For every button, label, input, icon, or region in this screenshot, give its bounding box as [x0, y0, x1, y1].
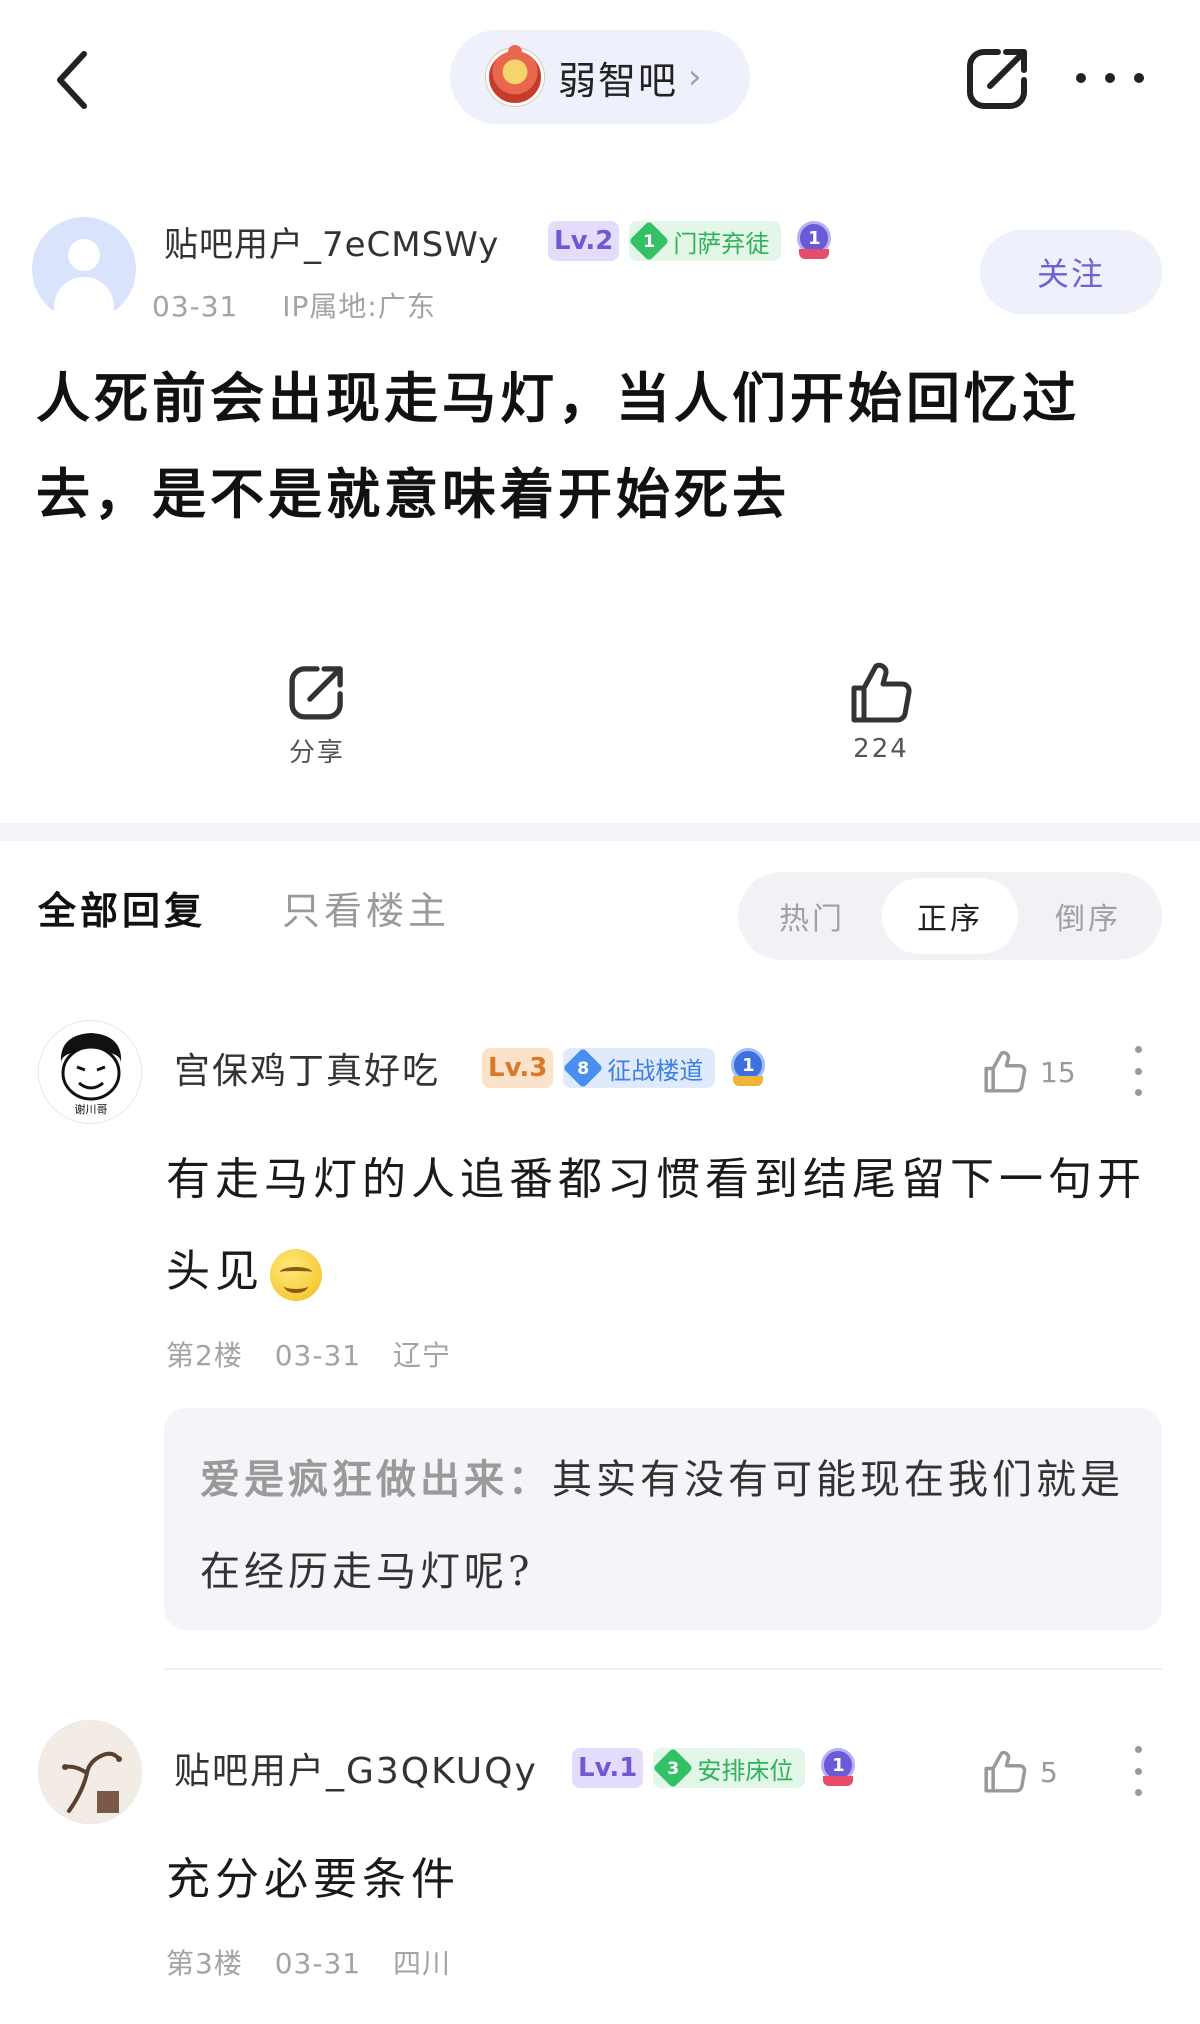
- follow-button[interactable]: 关注: [980, 230, 1162, 314]
- more-dot-icon: [1134, 1067, 1142, 1075]
- reply-author-badges: Lv.1 3 安排床位 1: [572, 1746, 857, 1790]
- more-dot-icon: [1105, 73, 1115, 83]
- title-badge-number: 8: [577, 1057, 590, 1079]
- back-button[interactable]: [40, 40, 104, 120]
- reply-floor: 第3楼: [166, 1947, 243, 1980]
- post-ip-location: IP属地:广东: [282, 290, 436, 323]
- reply-meta: 第2楼 03-31 辽宁: [166, 1334, 473, 1374]
- more-dot-icon: [1134, 1767, 1142, 1775]
- chevron-right-icon: ›: [688, 57, 702, 97]
- reply-author-badges: Lv.3 8 征战楼道 1: [482, 1046, 767, 1090]
- post-actions: 分享 224: [0, 650, 1200, 800]
- more-dot-icon: [1134, 1089, 1142, 1096]
- title-badge-number: 1: [643, 230, 656, 252]
- reply-text: 充分必要条件: [166, 1854, 460, 1905]
- back-arrow-icon: [57, 51, 87, 109]
- post-share-button[interactable]: 分享: [217, 650, 417, 780]
- post-date: 03-31: [152, 290, 239, 323]
- tab-all-replies[interactable]: 全部回复: [38, 880, 206, 935]
- sort-ascending[interactable]: 正序: [882, 878, 1018, 954]
- reply-date: 03-31: [274, 1947, 362, 1980]
- forum-header-button[interactable]: 弱智吧 ›: [450, 30, 750, 124]
- sort-hot[interactable]: 热门: [744, 878, 880, 954]
- tab-op-only[interactable]: 只看楼主: [282, 880, 450, 935]
- author-name[interactable]: 贴吧用户_7eCMSWy: [164, 217, 499, 266]
- smug-face-emoji-icon: [270, 1248, 322, 1301]
- branch-avatar: [39, 1721, 141, 1823]
- like-count: 224: [853, 734, 909, 764]
- reply-date: 03-31: [274, 1339, 362, 1372]
- section-divider: [0, 823, 1200, 841]
- reply-more-button[interactable]: [1120, 1740, 1156, 1802]
- sub-reply-quote[interactable]: 爱是疯狂做出来：其实有没有可能现在我们就是在经历走马灯呢?: [164, 1408, 1162, 1630]
- sort-toggle: 热门 正序 倒序: [738, 872, 1162, 960]
- title-badge[interactable]: 1 门萨弃徒: [629, 220, 782, 262]
- reply-avatar[interactable]: 谢川哥: [38, 1020, 142, 1124]
- more-dot-icon: [1134, 1746, 1142, 1753]
- level-badge: Lv.3: [482, 1048, 554, 1088]
- meme-face-avatar: 谢川哥: [39, 1021, 141, 1123]
- title-badge-number: 3: [667, 1757, 680, 1779]
- thumbs-up-icon: [984, 1050, 1027, 1093]
- reply-like-button[interactable]: 5: [982, 1744, 1102, 1800]
- more-dot-icon: [1134, 73, 1144, 83]
- reply-author-name[interactable]: 贴吧用户_G3QKUQy: [174, 1742, 538, 1794]
- thumbs-up-icon: [851, 662, 912, 723]
- top-bar: 弱智吧 ›: [0, 0, 1200, 150]
- title-badge-label: 征战楼道: [607, 1056, 704, 1085]
- share-icon: [289, 666, 343, 720]
- reply-floor: 第2楼: [166, 1339, 243, 1372]
- more-dot-icon: [1134, 1789, 1142, 1796]
- reply-avatar[interactable]: [38, 1720, 142, 1824]
- reply-like-button[interactable]: 15: [982, 1044, 1102, 1100]
- reply-location: 辽宁: [393, 1339, 452, 1372]
- medal-icon[interactable]: 1: [793, 219, 833, 263]
- forum-avatar: [486, 45, 544, 106]
- title-badge-label: 门萨弃徒: [673, 229, 770, 258]
- more-options-button[interactable]: [1070, 42, 1150, 114]
- reply-separator: [164, 1668, 1162, 1670]
- title-badge-label: 安排床位: [697, 1756, 794, 1785]
- post-title: 人死前会出现走马灯，当人们开始回忆过去，是不是就意味着开始死去: [36, 366, 1080, 526]
- sort-descending[interactable]: 倒序: [1020, 878, 1156, 954]
- reply-filter-bar: 全部回复 只看楼主 热门 正序 倒序: [0, 860, 1200, 970]
- medal-icon[interactable]: 1: [817, 1746, 857, 1790]
- medal-icon[interactable]: 1: [727, 1046, 767, 1090]
- more-dot-icon: [1134, 1046, 1142, 1053]
- author-meta: 03-31 IP属地:广东: [152, 285, 470, 325]
- title-badge[interactable]: 3 安排床位: [653, 1747, 806, 1789]
- sub-reply-author[interactable]: 爱是疯狂做出来：: [200, 1456, 552, 1503]
- reply-more-button[interactable]: [1120, 1040, 1156, 1102]
- reply-like-count: 5: [1040, 1755, 1058, 1789]
- post-like-button[interactable]: 224: [781, 650, 981, 780]
- title-badge[interactable]: 8 征战楼道: [563, 1047, 716, 1089]
- level-badge: Lv.2: [548, 221, 620, 261]
- more-dot-icon: [1076, 73, 1086, 83]
- share-icon: [967, 49, 1027, 109]
- reply-like-count: 15: [1040, 1055, 1076, 1089]
- author-badges: Lv.2 1 门萨弃徒 1: [548, 219, 833, 263]
- forum-name: 弱智吧: [558, 58, 679, 103]
- reply-author-name[interactable]: 宫保鸡丁真好吃: [174, 1042, 440, 1094]
- thumbs-up-icon: [984, 1750, 1027, 1793]
- svg-text:谢川哥: 谢川哥: [75, 1102, 108, 1116]
- share-label: 分享: [288, 738, 345, 768]
- author-avatar[interactable]: [32, 217, 136, 321]
- bottom-fade: [0, 1990, 1200, 2024]
- reply-meta: 第3楼 03-31 四川: [166, 1942, 473, 1982]
- share-button[interactable]: [962, 42, 1034, 114]
- level-badge: Lv.1: [572, 1748, 644, 1788]
- reply-location: 四川: [393, 1947, 452, 1980]
- reply-text: 有走马灯的人追番都习惯看到结尾留下一句开头见: [166, 1134, 1166, 1318]
